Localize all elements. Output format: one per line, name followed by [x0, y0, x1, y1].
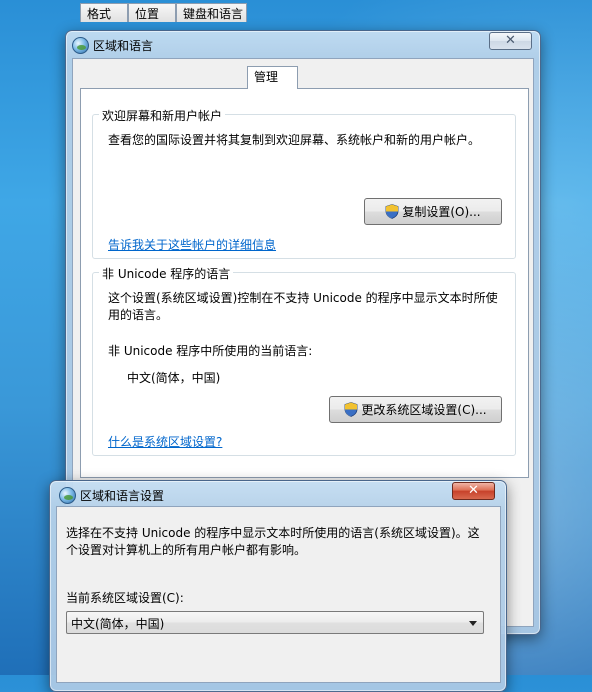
group-label: 欢迎屏幕和新用户帐户	[99, 107, 226, 124]
current-language-value: 中文(简体，中国)	[127, 371, 221, 385]
tab-label: 格式	[87, 7, 112, 21]
tab-administrative[interactable]: 管理	[247, 66, 298, 89]
window-title: 区域和语言	[93, 39, 154, 53]
tab-panel-administrative: 欢迎屏幕和新用户帐户 查看您的国际设置并将其复制到欢迎屏幕、系统帐户和新的用户帐…	[80, 88, 529, 478]
uac-shield-icon	[345, 402, 358, 417]
tab-label: 键盘和语言	[183, 7, 244, 21]
unicode-description-line-1: 这个设置(系统区域设置)控制在不支持 Unicode 的程序中显示文本时所使	[108, 291, 498, 305]
globe-icon	[72, 37, 89, 54]
current-language-label: 非 Unicode 程序中所使用的当前语言:	[108, 344, 313, 358]
what-is-system-locale-link[interactable]: 什么是系统区域设置?	[108, 433, 222, 450]
copy-settings-button[interactable]: 复制设置(O)...	[364, 198, 502, 225]
welcome-description: 查看您的国际设置并将其复制到欢迎屏幕、系统帐户和新的用户帐户。	[108, 133, 481, 147]
welcome-screen-group: 欢迎屏幕和新用户帐户 查看您的国际设置并将其复制到欢迎屏幕、系统帐户和新的用户帐…	[92, 107, 516, 259]
uac-shield-icon	[385, 204, 399, 219]
group-label: 非 Unicode 程序的语言	[99, 265, 234, 282]
globe-icon	[59, 487, 76, 504]
tab-location[interactable]: 位置	[128, 3, 176, 22]
copy-settings-label: 复制设置(O)...	[402, 205, 481, 219]
non-unicode-group: 非 Unicode 程序的语言 这个设置(系统区域设置)控制在不支持 Unico…	[92, 265, 516, 456]
unicode-description-line-2: 用的语言。	[108, 308, 169, 322]
dialog-description-line-2: 个设置对计算机上的所有用户帐户都有影响。	[66, 543, 307, 557]
tab-formats[interactable]: 格式	[80, 3, 128, 22]
close-button[interactable]: ✕	[489, 32, 532, 50]
tab-label: 管理	[254, 70, 279, 84]
selected-locale-value: 中文(简体，中国)	[71, 617, 165, 631]
tab-label: 位置	[135, 7, 160, 21]
current-system-locale-label: 当前系统区域设置(C):	[66, 591, 184, 605]
tab-keyboards-languages[interactable]: 键盘和语言	[176, 3, 247, 22]
change-locale-label: 更改系统区域设置(C)...	[361, 403, 487, 417]
change-system-locale-button[interactable]: 更改系统区域设置(C)...	[329, 396, 502, 423]
dialog-description-line-1: 选择在不支持 Unicode 的程序中显示文本时所使用的语言(系统区域设置)。这	[66, 526, 480, 540]
chevron-down-icon	[469, 621, 477, 626]
system-locale-dropdown[interactable]: 中文(简体，中国)	[66, 611, 484, 634]
accounts-info-link[interactable]: 告诉我关于这些帐户的详细信息	[108, 236, 276, 253]
dialog-close-button[interactable]: ✕	[452, 482, 495, 500]
dialog-title: 区域和语言设置	[80, 489, 165, 503]
